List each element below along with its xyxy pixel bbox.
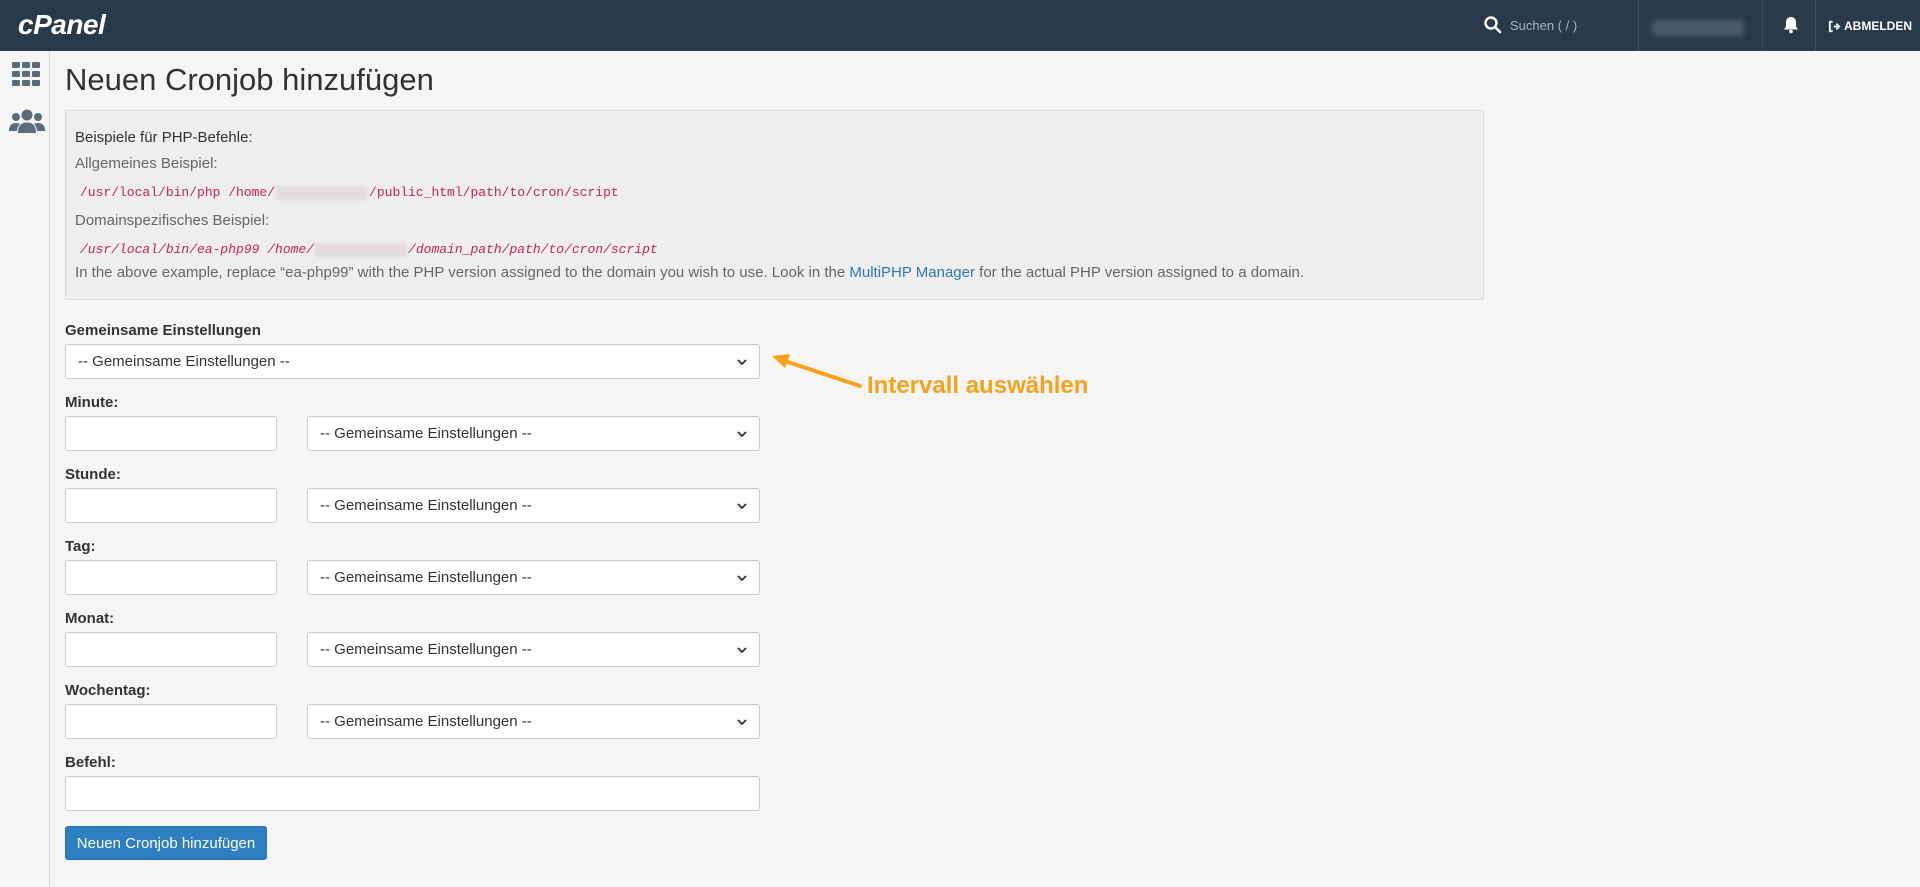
sign-out-icon xyxy=(1828,20,1841,32)
multiphp-manager-link[interactable]: MultiPHP Manager xyxy=(849,264,975,281)
month-input[interactable] xyxy=(65,632,277,667)
divider xyxy=(1638,0,1639,51)
domain-example-label: Domainspezifisches Beispiel: xyxy=(75,212,270,229)
cpanel-logo[interactable]: cPanel xyxy=(18,9,106,41)
examples-heading: Beispiele für PHP-Befehle: xyxy=(75,129,253,146)
month-label: Monat: xyxy=(65,610,115,627)
command-label: Befehl: xyxy=(65,754,116,771)
minute-label: Minute: xyxy=(65,394,119,411)
chevron-down-icon xyxy=(737,502,747,509)
day-select[interactable]: -- Gemeinsame Einstellungen -- xyxy=(307,560,760,595)
minute-input[interactable] xyxy=(65,416,277,451)
logout-label: ABMELDEN xyxy=(1844,19,1912,33)
chevron-down-icon xyxy=(737,358,747,365)
domain-example-code: /usr/local/bin/ea-php99 /home//domain_pa… xyxy=(80,242,658,257)
weekday-input[interactable] xyxy=(65,704,277,739)
chevron-down-icon xyxy=(737,574,747,581)
hour-input[interactable] xyxy=(65,488,277,523)
divider xyxy=(1762,0,1763,51)
search-input[interactable] xyxy=(1510,14,1630,36)
weekday-select[interactable]: -- Gemeinsame Einstellungen -- xyxy=(307,704,760,739)
logout-button[interactable]: ABMELDEN xyxy=(1828,17,1912,35)
user-menu-redacted[interactable] xyxy=(1652,20,1744,36)
day-input[interactable] xyxy=(65,560,277,595)
redacted-username xyxy=(315,242,408,257)
annotation-arrow-icon xyxy=(772,354,862,388)
top-bar: cPanel ABMELDEN xyxy=(0,0,1920,51)
add-cronjob-button[interactable]: Neuen Cronjob hinzufügen xyxy=(65,826,267,860)
general-example-label: Allgemeines Beispiel: xyxy=(75,155,218,172)
chevron-down-icon xyxy=(737,646,747,653)
month-select[interactable]: -- Gemeinsame Einstellungen -- xyxy=(307,632,760,667)
redacted-username xyxy=(276,185,369,200)
grid-icon[interactable] xyxy=(10,58,42,90)
day-label: Tag: xyxy=(65,538,96,555)
php-examples-panel: Beispiele für PHP-Befehle: Allgemeines B… xyxy=(65,110,1484,300)
minute-select[interactable]: -- Gemeinsame Einstellungen -- xyxy=(307,416,760,451)
chevron-down-icon xyxy=(737,430,747,437)
hour-label: Stunde: xyxy=(65,466,121,483)
page-title: Neuen Cronjob hinzufügen xyxy=(65,62,434,97)
sidebar xyxy=(0,51,50,887)
search-icon[interactable] xyxy=(1483,15,1503,35)
chevron-down-icon xyxy=(737,718,747,725)
annotation-text: Intervall auswählen xyxy=(867,372,1089,399)
command-input[interactable] xyxy=(65,776,760,811)
general-example-code: /usr/local/bin/php /home//public_html/pa… xyxy=(80,185,619,200)
divider xyxy=(1815,0,1816,51)
hour-select[interactable]: -- Gemeinsame Einstellungen -- xyxy=(307,488,760,523)
bell-icon[interactable] xyxy=(1781,15,1801,35)
common-settings-label: Gemeinsame Einstellungen xyxy=(65,322,261,339)
users-icon[interactable] xyxy=(9,106,45,138)
weekday-label: Wochentag: xyxy=(65,682,151,699)
php-version-note: In the above example, replace “ea-php99”… xyxy=(75,264,1305,281)
common-settings-select[interactable]: -- Gemeinsame Einstellungen -- xyxy=(65,344,760,379)
